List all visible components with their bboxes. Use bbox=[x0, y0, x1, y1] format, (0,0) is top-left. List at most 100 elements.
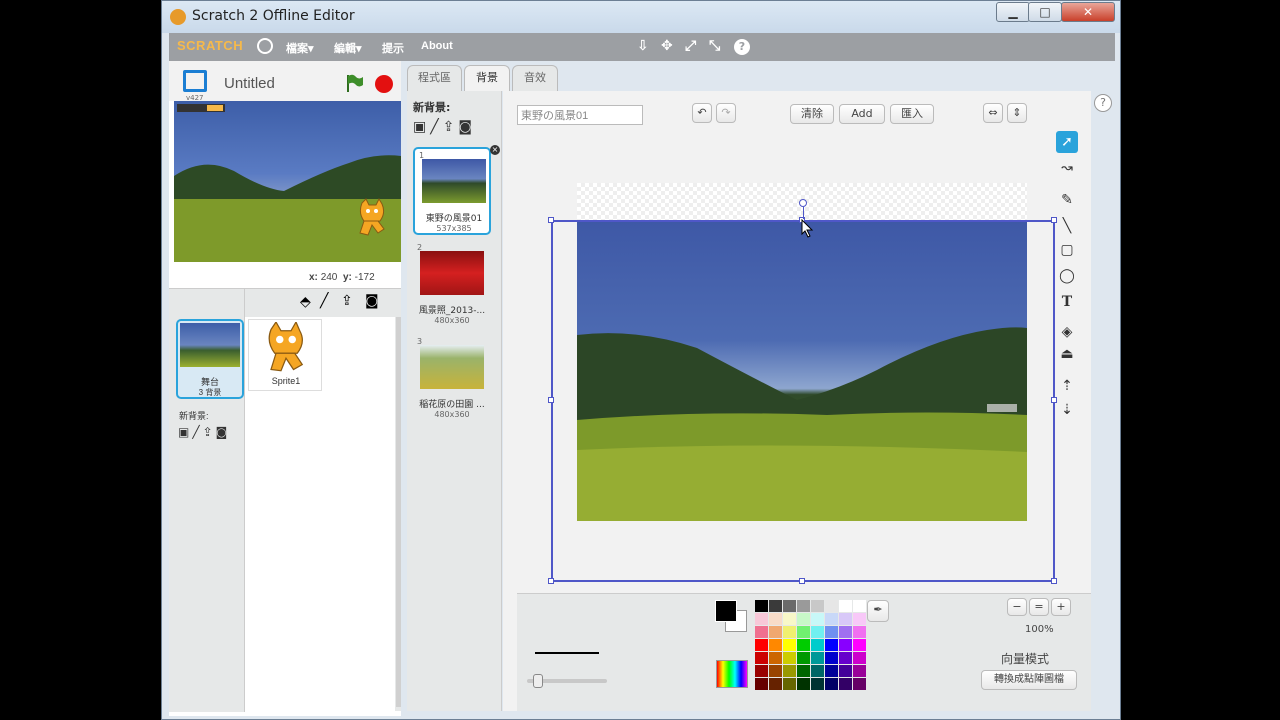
backdrop-name-input[interactable] bbox=[517, 105, 643, 125]
text-tool-icon[interactable]: T bbox=[1056, 291, 1078, 313]
upload-backdrop-icon[interactable]: ⇪ bbox=[203, 425, 216, 439]
vector-mode-label: 向量模式 bbox=[1001, 652, 1050, 666]
resize-handle[interactable] bbox=[548, 397, 554, 403]
mouse-pointer-icon bbox=[801, 219, 814, 238]
flip-vertical-icon[interactable]: ⇕ bbox=[1007, 103, 1027, 123]
backdrop-thumb-image bbox=[422, 159, 486, 203]
paint-icon[interactable]: ╱ bbox=[430, 119, 442, 135]
app-window: Scratch 2 Offline Editor ▁ □ ✕ SCRATCH 檔… bbox=[161, 0, 1121, 720]
color-palette bbox=[755, 600, 866, 690]
mouse-coordinates: x: 240 y: -172 bbox=[309, 272, 375, 283]
stage-header: v427 Untitled bbox=[169, 61, 401, 102]
help-icon[interactable]: ? bbox=[734, 39, 750, 55]
maximize-button[interactable]: □ bbox=[1028, 2, 1062, 22]
flip-horizontal-icon[interactable]: ⇔ bbox=[983, 103, 1003, 123]
backdrop-name: 稲花原の田園 ... bbox=[419, 400, 485, 410]
backdrop-size: 537x385 bbox=[436, 224, 472, 233]
rectangle-tool-icon[interactable]: ▢ bbox=[1056, 239, 1078, 261]
send-backward-icon[interactable]: ⇣ bbox=[1056, 399, 1078, 421]
duplicate-stamp-icon[interactable]: ⇩ bbox=[637, 38, 649, 54]
backdrop-name: 東野の風景01 bbox=[425, 214, 483, 224]
line-tool-icon[interactable]: ╲ bbox=[1056, 215, 1078, 237]
fill-tool-icon[interactable]: ◈ bbox=[1056, 321, 1078, 343]
close-button[interactable]: ✕ bbox=[1061, 2, 1115, 22]
primary-color-swatch[interactable] bbox=[715, 600, 737, 622]
window-title: Scratch 2 Offline Editor bbox=[192, 8, 355, 24]
menu-edit[interactable]: 編輯▾ bbox=[334, 40, 362, 56]
add-button[interactable]: Add bbox=[839, 104, 885, 124]
fullscreen-icon[interactable] bbox=[183, 70, 207, 92]
sprite-thumbnail[interactable]: Sprite1 bbox=[248, 319, 322, 391]
help-icon[interactable]: ? bbox=[1094, 94, 1112, 112]
menu-bar: SCRATCH 檔案▾ 編輯▾ 提示 About ⇩ ✥ ⤢ ⤡ ? bbox=[169, 33, 1115, 61]
project-title[interactable]: Untitled bbox=[224, 75, 275, 92]
zoom-level: 100% bbox=[1025, 624, 1054, 635]
rotate-handle[interactable] bbox=[799, 199, 807, 207]
backdrop-library-icon[interactable]: ▣ bbox=[178, 425, 192, 439]
paint-brush-icon[interactable]: ╱ bbox=[320, 293, 328, 309]
minimize-button[interactable]: ▁ bbox=[996, 2, 1030, 22]
tab-backdrops[interactable]: 背景 bbox=[464, 65, 510, 91]
editor-tabs: 程式區 背景 音效 bbox=[407, 65, 1115, 91]
backdrop-item-2[interactable]: 2 風景照_2013-... 480x360 bbox=[413, 241, 491, 329]
tab-scripts[interactable]: 程式區 bbox=[407, 65, 462, 91]
ellipse-tool-icon[interactable]: ◯ bbox=[1056, 265, 1078, 287]
reshape-tool-icon[interactable]: ↝ bbox=[1056, 157, 1078, 179]
zoom-in-icon[interactable]: + bbox=[1051, 598, 1071, 616]
color-picker[interactable] bbox=[716, 660, 748, 688]
resize-handle[interactable] bbox=[548, 578, 554, 584]
upload-icon[interactable]: ⇪ bbox=[341, 293, 353, 309]
cut-scissors-icon[interactable]: ✥ bbox=[661, 38, 673, 54]
library-icon[interactable]: ▣ bbox=[413, 119, 430, 135]
rotate-line bbox=[803, 207, 804, 219]
undo-icon[interactable]: ↶ bbox=[692, 103, 712, 123]
choose-sprite-icon[interactable]: ⬘ bbox=[300, 294, 311, 310]
new-backdrop-label: 新背景: bbox=[179, 411, 209, 421]
scratch-logo[interactable]: SCRATCH bbox=[177, 38, 243, 53]
resize-handle[interactable] bbox=[799, 578, 805, 584]
bring-forward-icon[interactable]: ⇡ bbox=[1056, 375, 1078, 397]
select-tool-icon[interactable]: ➚ bbox=[1056, 131, 1078, 153]
shrink-icon[interactable]: ⤡ bbox=[709, 38, 720, 54]
cat-sprite-icon bbox=[268, 322, 304, 372]
backdrop-size: 480x360 bbox=[434, 316, 470, 325]
zoom-reset-icon[interactable]: = bbox=[1029, 598, 1049, 616]
camera-icon[interactable]: ◙ bbox=[365, 293, 379, 309]
stop-icon[interactable] bbox=[375, 75, 393, 93]
selection-box[interactable] bbox=[551, 220, 1055, 582]
menu-about[interactable]: About bbox=[421, 40, 453, 52]
sprite-scrollbar[interactable] bbox=[396, 317, 401, 707]
title-bar: Scratch 2 Offline Editor ▁ □ ✕ bbox=[162, 1, 1120, 33]
convert-to-bitmap-button[interactable]: 轉換成點陣圖檔 bbox=[981, 670, 1077, 690]
menu-tips[interactable]: 提示 bbox=[382, 40, 404, 56]
line-width-slider-thumb[interactable] bbox=[533, 674, 543, 688]
zoom-out-icon[interactable]: − bbox=[1007, 598, 1027, 616]
resize-handle[interactable] bbox=[1051, 578, 1057, 584]
eyedropper-icon[interactable]: ✒ bbox=[867, 600, 889, 622]
menu-file[interactable]: 檔案▾ bbox=[286, 40, 314, 56]
line-width-preview bbox=[535, 652, 599, 654]
import-button[interactable]: 匯入 bbox=[890, 104, 934, 124]
camera-icon[interactable]: ◙ bbox=[458, 119, 476, 135]
stamp-tool-icon[interactable]: ⏏ bbox=[1056, 343, 1078, 365]
backdrop-item-3[interactable]: 3 稲花原の田園 ... 480x360 bbox=[413, 335, 491, 423]
new-sprite-toolbar: ⬘ ╱ ⇪ ◙ bbox=[245, 289, 401, 317]
resize-handle[interactable] bbox=[548, 217, 554, 223]
stage-view[interactable] bbox=[174, 101, 401, 262]
pencil-tool-icon[interactable]: ✎ bbox=[1056, 189, 1078, 211]
globe-icon[interactable] bbox=[257, 38, 273, 54]
x-value: 240 bbox=[320, 272, 338, 283]
clear-button[interactable]: 清除 bbox=[790, 104, 834, 124]
delete-icon[interactable]: × bbox=[490, 145, 500, 155]
stage-thumbnail[interactable]: 舞台 3 背景 bbox=[176, 319, 244, 399]
green-flag-icon[interactable] bbox=[344, 73, 364, 93]
redo-icon[interactable]: ↷ bbox=[716, 103, 736, 123]
upload-icon[interactable]: ⇪ bbox=[443, 119, 459, 135]
camera-backdrop-icon[interactable]: ◙ bbox=[216, 425, 231, 439]
grow-icon[interactable]: ⤢ bbox=[685, 38, 696, 54]
new-backdrop-tools: ▣╱⇪◙ bbox=[178, 425, 230, 439]
tab-sounds[interactable]: 音效 bbox=[512, 65, 558, 91]
paint-backdrop-icon[interactable]: ╱ bbox=[192, 425, 202, 439]
backdrop-thumb-image bbox=[420, 345, 484, 389]
backdrop-item-1[interactable]: 1 東野の風景01 537x385 × bbox=[413, 145, 500, 235]
